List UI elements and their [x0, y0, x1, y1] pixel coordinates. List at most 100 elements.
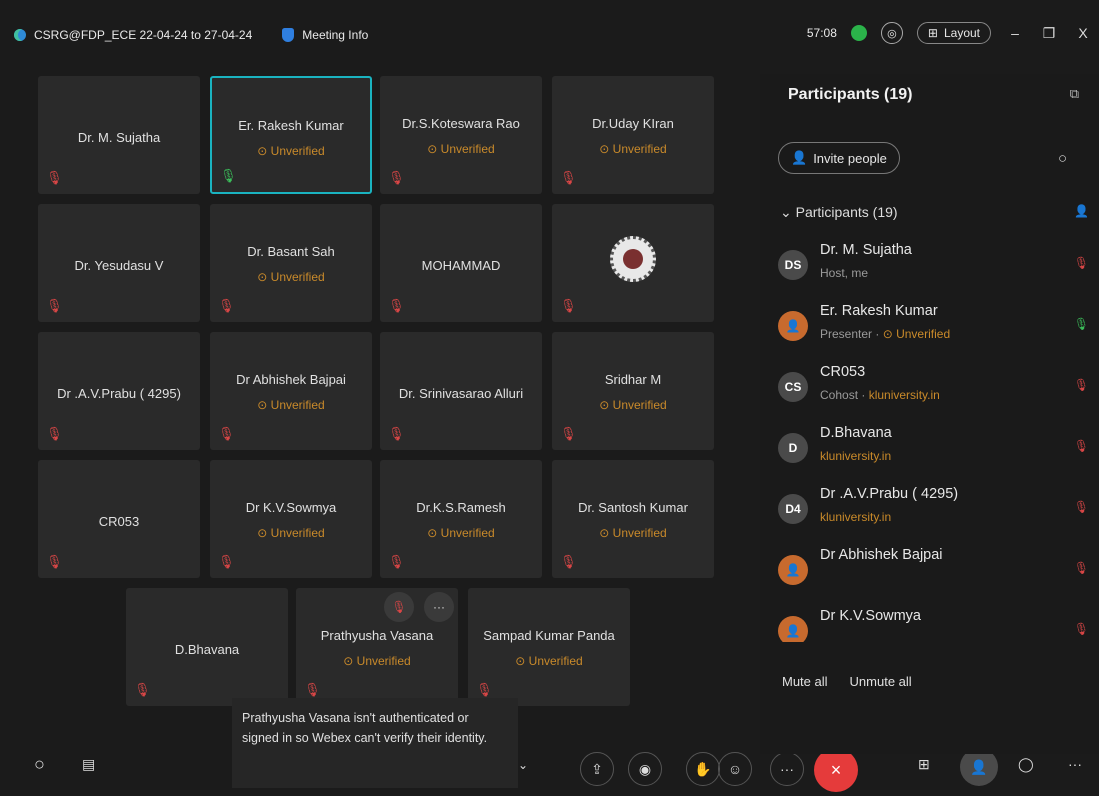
- reaction-icon[interactable]: ○: [34, 754, 45, 775]
- video-tile[interactable]: Er. Rakesh Kumar ⊙ Unverified 🎙: [210, 76, 372, 194]
- unverified-label: ⊙ Unverified: [599, 398, 667, 412]
- connection-status-icon[interactable]: [850, 25, 867, 41]
- video-tile[interactable]: Dr Abhishek Bajpai ⊙ Unverified 🎙: [210, 332, 372, 450]
- unverified-label: ⊙ Unverified: [257, 144, 325, 158]
- tile-participant-name: Dr.K.S.Ramesh: [416, 500, 506, 515]
- unverified-label: ⊙ Unverified: [257, 270, 325, 284]
- avatar: D4: [778, 494, 808, 524]
- layout-button[interactable]: ⊞ Layout: [916, 22, 991, 44]
- video-dropdown-icon[interactable]: ⌄: [518, 758, 528, 772]
- mic-muted-icon: 🎙: [388, 298, 405, 313]
- participant-row[interactable]: 👤 Dr Abhishek Bajpai 🎙: [778, 547, 1099, 608]
- unverified-label: ⊙ Unverified: [599, 526, 667, 540]
- participant-subtitle: Presenter · ⊙ Unverified: [820, 327, 950, 341]
- mic-muted-icon: 🎙: [560, 554, 577, 569]
- video-tile[interactable]: Dr.S.Koteswara Rao ⊙ Unverified 🎙: [380, 76, 542, 194]
- mic-muted-icon[interactable]: 🎙: [1074, 622, 1089, 636]
- webex-logo-icon: [14, 29, 26, 41]
- participants-section-header[interactable]: ⌄ Participants (19): [780, 204, 898, 221]
- tile-participant-name: Dr. Basant Sah: [247, 244, 335, 259]
- close-window-button[interactable]: X: [1073, 25, 1093, 41]
- mute-all-button[interactable]: Mute all: [782, 674, 828, 689]
- mic-muted-icon[interactable]: 🎙: [1074, 378, 1089, 392]
- participant-row[interactable]: 👤 Er. Rakesh Kumar Presenter · ⊙ Unverifie…: [778, 303, 1099, 364]
- search-icon[interactable]: ○: [1058, 150, 1067, 167]
- participant-row[interactable]: DS Dr. M. Sujatha Host, me 🎙: [778, 242, 1099, 303]
- chevron-down-icon: ⌄: [780, 204, 792, 220]
- mic-on-icon[interactable]: 🎙: [1074, 317, 1089, 331]
- video-tile[interactable]: Dr. M. Sujatha 🎙: [38, 76, 200, 194]
- emoji-button[interactable]: ☺: [718, 752, 752, 786]
- tile-participant-name: Dr. Srinivasarao Alluri: [398, 386, 524, 401]
- more-button[interactable]: ···: [770, 752, 804, 786]
- avatar: DS: [778, 250, 808, 280]
- video-tile[interactable]: D.Bhavana 🎙: [126, 588, 288, 706]
- tile-participant-name: Dr.Uday KIran: [592, 116, 674, 131]
- video-tile[interactable]: Dr. Santosh Kumar ⊙ Unverified 🎙: [552, 460, 714, 578]
- more-panels-icon[interactable]: ···: [1068, 756, 1082, 772]
- participant-row[interactable]: D D.Bhavana kluniversity.in 🎙: [778, 425, 1099, 486]
- apps-icon[interactable]: ⊞: [918, 756, 930, 773]
- raise-hand-button[interactable]: ✋: [686, 752, 720, 786]
- avatar: 👤: [778, 555, 808, 585]
- mic-muted-icon: 🎙: [560, 298, 577, 313]
- share-button[interactable]: ⇪: [580, 752, 614, 786]
- tile-participant-name: D.Bhavana: [174, 642, 240, 657]
- mic-muted-icon[interactable]: 🎙: [1074, 439, 1089, 453]
- video-tile[interactable]: Dr. Srinivasarao Alluri 🎙: [380, 332, 542, 450]
- unverified-label: ⊙ Unverified: [427, 526, 495, 540]
- meeting-info-label: Meeting Info: [302, 28, 369, 42]
- video-tile[interactable]: Sampad Kumar Panda ⊙ Unverified 🎙: [468, 588, 630, 706]
- mic-muted-icon: 🎙: [476, 682, 493, 697]
- participant-org: kluniversity.in: [820, 510, 892, 524]
- unverified-label: ⊙ Unverified: [599, 142, 667, 156]
- participant-name: Dr K.V.Sowmya: [820, 608, 921, 624]
- title-bar: CSRG@FDP_ECE 22-04-24 to 27-04-24 Meetin…: [0, 0, 1099, 74]
- restore-button[interactable]: ❐: [1039, 25, 1059, 42]
- mic-muted-icon: 🎙: [388, 554, 405, 569]
- participant-name: Dr Abhishek Bajpai: [820, 547, 943, 563]
- tile-participant-name: Dr. M. Sujatha: [77, 130, 161, 145]
- video-tile[interactable]: MOHAMMAD 🎙: [380, 204, 542, 322]
- video-tile[interactable]: Dr.Uday KIran ⊙ Unverified 🎙: [552, 76, 714, 194]
- participant-row[interactable]: 👤 Dr K.V.Sowmya 🎙: [778, 608, 1099, 642]
- participant-subtitle: kluniversity.in: [820, 449, 891, 463]
- panel-title: Participants (19): [788, 86, 913, 103]
- video-tile[interactable]: Dr.K.S.Ramesh ⊙ Unverified 🎙: [380, 460, 542, 578]
- captions-icon[interactable]: ▤: [82, 756, 95, 773]
- more-options-icon[interactable]: ···: [424, 592, 454, 622]
- mic-muted-icon: 🎙: [218, 426, 235, 441]
- meeting-name: CSRG@FDP_ECE 22-04-24 to 27-04-24: [34, 28, 253, 42]
- mute-controls: Mute all Unmute all: [782, 674, 912, 689]
- mic-muted-icon[interactable]: 🎙: [1074, 256, 1089, 270]
- mic-muted-icon[interactable]: 🎙: [1074, 500, 1089, 514]
- participant-row[interactable]: D4 Dr .A.V.Prabu ( 4295) kluniversity.in 🎙: [778, 486, 1099, 547]
- record-button[interactable]: ◉: [628, 752, 662, 786]
- leave-meeting-button[interactable]: ×: [814, 748, 858, 792]
- video-tile[interactable]: Dr. Yesudasu V 🎙: [38, 204, 200, 322]
- video-tile[interactable]: Dr K.V.Sowmya ⊙ Unverified 🎙: [210, 460, 372, 578]
- chat-icon[interactable]: ◯: [1018, 756, 1034, 773]
- tile-participant-name: Er. Rakesh Kumar: [238, 118, 344, 133]
- invite-people-button[interactable]: 👤 Invite people: [778, 142, 900, 174]
- video-tile[interactable]: Sridhar M ⊙ Unverified 🎙: [552, 332, 714, 450]
- tile-participant-name: Dr .A.V.Prabu ( 4295): [57, 386, 181, 401]
- video-tile[interactable]: Dr .A.V.Prabu ( 4295) 🎙: [38, 332, 200, 450]
- popout-icon[interactable]: ⧉: [1070, 86, 1079, 102]
- mic-muted-icon[interactable]: 🎙: [384, 592, 414, 622]
- layout-icon: ⊞: [927, 26, 938, 40]
- unmute-all-button[interactable]: Unmute all: [850, 674, 912, 689]
- mic-muted-icon[interactable]: 🎙: [1074, 561, 1089, 575]
- section-label: Participants (19): [795, 204, 898, 220]
- video-tile[interactable]: Dr. Basant Sah ⊙ Unverified 🎙: [210, 204, 372, 322]
- unverified-label: ⊙ Unverified: [515, 654, 583, 668]
- settings-circle-icon[interactable]: ◎: [880, 22, 903, 44]
- mic-muted-icon: 🎙: [388, 170, 405, 185]
- participant-row[interactable]: CS CR053 Cohost · kluniversity.in 🎙: [778, 364, 1099, 425]
- meeting-info-button[interactable]: Meeting Info: [282, 28, 368, 42]
- video-tile[interactable]: 🎙: [552, 204, 714, 322]
- minimize-button[interactable]: –: [1005, 25, 1025, 41]
- mic-muted-icon: 🎙: [46, 170, 63, 185]
- video-tile[interactable]: CR053 🎙: [38, 460, 200, 578]
- mic-muted-icon: 🎙: [134, 682, 151, 697]
